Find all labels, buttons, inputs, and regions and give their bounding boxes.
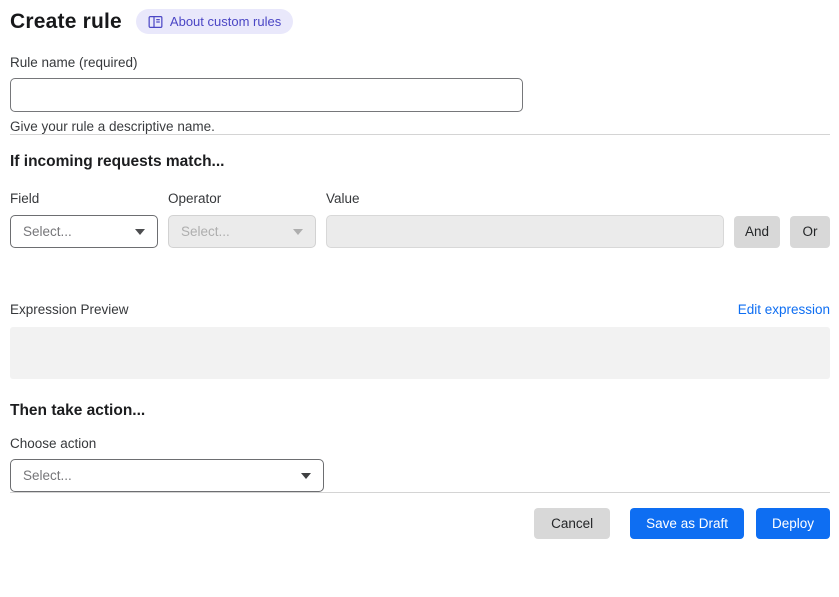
page-header: Create rule About custom rules: [10, 9, 830, 34]
value-label: Value: [326, 191, 360, 206]
expression-preview-header: Expression Preview Edit expression: [10, 302, 830, 317]
operator-select-value: Select...: [181, 224, 230, 239]
expression-preview-label: Expression Preview: [10, 302, 129, 317]
chevron-down-icon: [293, 228, 303, 235]
field-select[interactable]: Select...: [10, 215, 158, 248]
rule-name-label: Rule name (required): [10, 55, 138, 70]
page-title: Create rule: [10, 9, 122, 33]
book-icon: [148, 15, 163, 29]
choose-action-select[interactable]: Select...: [10, 459, 324, 492]
value-input: [326, 215, 724, 248]
field-label: Field: [10, 191, 40, 206]
save-as-draft-button[interactable]: Save as Draft: [630, 508, 744, 539]
field-select-value: Select...: [23, 224, 72, 239]
rule-name-input[interactable]: [10, 78, 523, 112]
section-divider: [10, 134, 830, 135]
deploy-button[interactable]: Deploy: [755, 508, 830, 539]
action-section-heading: Then take action...: [10, 402, 146, 419]
about-custom-rules-link[interactable]: About custom rules: [135, 9, 294, 34]
expression-builder-row: Field Operator Value Select... Select...…: [10, 191, 830, 248]
cancel-button[interactable]: Cancel: [534, 508, 611, 539]
footer-actions: Cancel Save as Draft Deploy: [10, 508, 830, 539]
create-rule-form: Create rule About custom rules Rule name…: [0, 0, 839, 539]
operator-label: Operator: [168, 191, 222, 206]
operator-select: Select...: [168, 215, 316, 248]
chevron-down-icon: [135, 228, 145, 235]
chevron-down-icon: [301, 472, 311, 479]
expression-preview-box: [10, 327, 830, 379]
choose-action-label: Choose action: [10, 436, 97, 451]
and-button[interactable]: And: [734, 215, 780, 248]
or-button[interactable]: Or: [790, 215, 830, 248]
footer-divider: [10, 492, 830, 493]
edit-expression-link[interactable]: Edit expression: [738, 302, 830, 317]
choose-action-value: Select...: [23, 468, 72, 483]
rule-name-helper: Give your rule a descriptive name.: [10, 119, 215, 134]
match-section-heading: If incoming requests match...: [10, 153, 225, 170]
about-custom-rules-label: About custom rules: [169, 14, 282, 29]
